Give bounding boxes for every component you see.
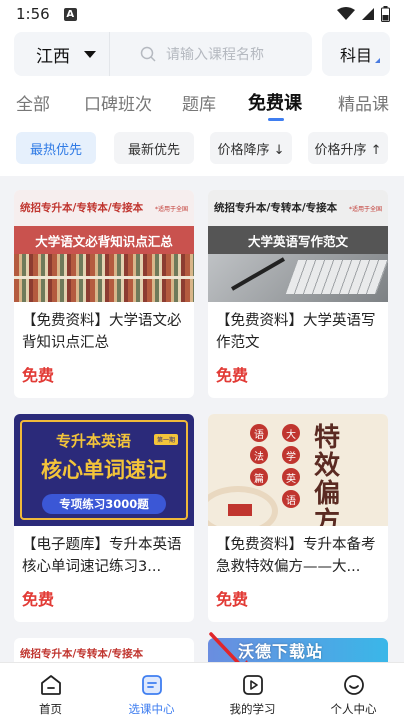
course-title: 【电子题库】专升本英语核心单词速记练习3...	[22, 537, 182, 575]
status-icons	[337, 6, 390, 22]
nav-label: 个人中心	[330, 702, 377, 716]
search-bar: 江西 请输入课程名称	[14, 32, 312, 76]
course-card[interactable]: 统招专升本/专转本/专接本	[14, 638, 194, 662]
course-title: 【免费资料】专升本备考急救特效偏方——大...	[216, 537, 376, 575]
thumb-pill: 专项练习3000题	[42, 494, 166, 514]
nav-label: 选课中心	[128, 702, 175, 716]
nav-home[interactable]: 首页	[0, 663, 101, 720]
wifi-icon	[337, 7, 355, 20]
province-selector[interactable]: 江西	[14, 32, 110, 76]
thumb-big-title: 特效偏方	[314, 423, 341, 526]
thumb-note: *适用于全国	[154, 206, 188, 213]
home-icon	[40, 675, 61, 695]
tab-free-courses[interactable]: 免费课	[248, 89, 302, 115]
tab-reputation-classes[interactable]: 口碑班次	[84, 90, 152, 115]
desk-keyboard-image	[208, 254, 388, 302]
course-card[interactable]: 统招专升本/专转本/专接本 *适用于全国 大学英语写作范文 【免费资料】大学英语…	[208, 190, 388, 398]
thumb-header: 统招专升本/专转本/专接本	[214, 202, 338, 214]
course-thumbnail: 语 法 篇 大 学 英 语 特效偏方	[208, 414, 388, 526]
course-title: 【免费资料】大学英语写作范文	[216, 313, 376, 351]
search-input[interactable]: 请输入课程名称	[166, 44, 264, 64]
filter-price-asc[interactable]: 价格升序 ↑	[308, 132, 388, 164]
seal-stamp	[228, 504, 252, 516]
thumb-header: 统招专升本/专转本/专接本	[20, 648, 144, 660]
course-price: 免费	[22, 590, 55, 609]
course-thumbnail: 专升本英语 第一期 核心单词速记 专项练习3000题	[14, 414, 194, 526]
caret-down-icon	[84, 50, 96, 58]
watermark-text: 沃德下载站	[238, 642, 324, 661]
course-center-icon	[141, 675, 162, 695]
course-thumbnail: 统招专升本/专转本/专接本 *适用于全国 大学英语写作范文	[208, 190, 388, 302]
nav-course-center[interactable]: 选课中心	[101, 663, 202, 720]
thumb-note: *适用于全国	[348, 206, 382, 213]
thumb-line1: 专升本英语	[56, 432, 132, 450]
thumb-line2: 核心单词速记	[41, 458, 167, 482]
course-thumbnail: 统招专升本/专转本/专接本 *适用于全国 大学语文必背知识点汇总	[14, 190, 194, 302]
nav-my-learning[interactable]: 我的学习	[202, 663, 303, 720]
notification-a-icon: A	[63, 7, 77, 21]
tab-question-bank[interactable]: 题库	[182, 90, 216, 115]
search-icon	[140, 46, 156, 62]
category-tabs: 全部 口碑班次 题库 免费课 精品课	[0, 86, 404, 122]
corner-triangle-icon	[375, 58, 380, 63]
course-title: 【免费资料】大学语文必背知识点汇总	[22, 313, 182, 351]
active-tab-indicator	[268, 118, 284, 121]
thumb-header: 统招专升本/专转本/专接本	[20, 202, 144, 214]
course-price: 免费	[22, 366, 55, 385]
course-card[interactable]: 语 法 篇 大 学 英 语 特效偏方 【免费资料】专升本备考急救特效偏方——大.…	[208, 414, 388, 622]
smile-icon	[343, 675, 364, 695]
course-card[interactable]: 沃德下载站	[208, 638, 388, 662]
filter-newest[interactable]: 最新优先	[114, 132, 194, 164]
course-price: 免费	[216, 590, 249, 609]
nav-label: 我的学习	[229, 702, 276, 716]
tab-all[interactable]: 全部	[16, 90, 50, 115]
province-label: 江西	[36, 46, 70, 67]
battery-icon	[381, 6, 390, 22]
course-price: 免费	[216, 366, 249, 385]
play-icon	[242, 675, 263, 695]
filter-price-desc[interactable]: 价格降序 ↓	[210, 132, 292, 164]
signal-icon	[362, 8, 374, 20]
sort-filters: 最热优先 最新优先 价格降序 ↓ 价格升序 ↑	[0, 132, 404, 168]
subject-selector[interactable]: 科目	[322, 32, 390, 76]
filter-hottest[interactable]: 最热优先	[16, 132, 96, 164]
status-time: 1:56	[16, 5, 50, 23]
thumb-badge: 第一期	[154, 434, 179, 445]
subject-label: 科目	[339, 46, 372, 65]
top-header: 江西 请输入课程名称 科目	[14, 32, 390, 76]
status-bar: 1:56 A	[0, 0, 404, 28]
bookshelf-image	[14, 254, 194, 302]
course-card[interactable]: 统招专升本/专转本/专接本 *适用于全国 大学语文必背知识点汇总 【免费资料】大…	[14, 190, 194, 398]
tab-premium-courses[interactable]: 精品课	[338, 90, 389, 115]
thumb-banner: 大学英语写作范文	[208, 226, 388, 254]
course-card[interactable]: 专升本英语 第一期 核心单词速记 专项练习3000题 【电子题库】专升本英语核心…	[14, 414, 194, 622]
course-list: 统招专升本/专转本/专接本 *适用于全国 大学语文必背知识点汇总 【免费资料】大…	[0, 176, 404, 662]
nav-personal-center[interactable]: 个人中心	[303, 663, 404, 720]
thumb-banner: 大学语文必背知识点汇总	[14, 226, 194, 254]
nav-label: 首页	[39, 702, 62, 716]
bottom-navigation: 首页 选课中心 我的学习 个人中心	[0, 662, 404, 720]
